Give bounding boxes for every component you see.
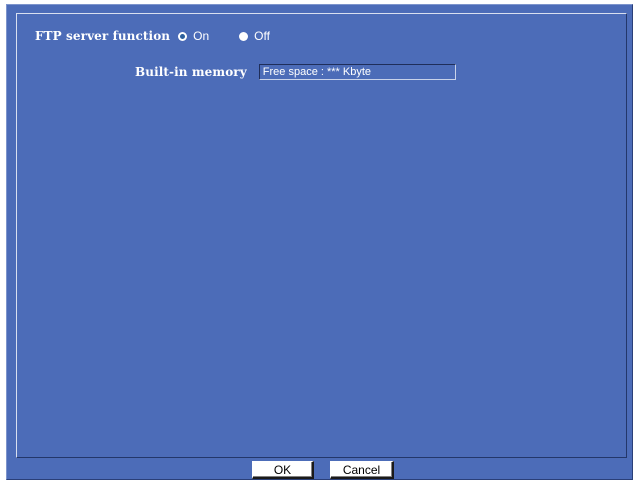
ftp-on-radio[interactable]: [178, 31, 188, 41]
settings-panel: FTP server function On Off Built-in memo…: [16, 13, 627, 458]
free-space-field: Free space : *** Kbyte: [258, 64, 456, 80]
cancel-button[interactable]: Cancel: [330, 461, 394, 479]
ftp-server-function-label: FTP server function: [35, 29, 171, 43]
settings-window: FTP server function On Off Built-in memo…: [6, 4, 633, 480]
ftp-server-function-row: FTP server function On Off: [35, 27, 270, 45]
ftp-off-radio[interactable]: [239, 31, 249, 41]
built-in-memory-label: Built-in memory: [135, 65, 247, 79]
ftp-on-label[interactable]: On: [193, 29, 209, 43]
ok-button[interactable]: OK: [252, 461, 314, 479]
ftp-off-label[interactable]: Off: [254, 29, 270, 43]
built-in-memory-row: Built-in memory Free space : *** Kbyte: [135, 64, 456, 80]
